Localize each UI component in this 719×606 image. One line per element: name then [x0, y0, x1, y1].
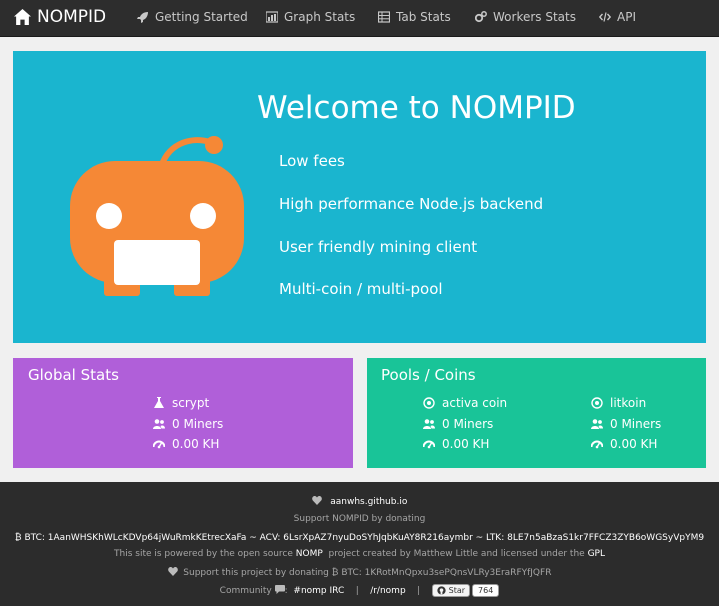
nav-tab-stats[interactable]: Tab Stats	[378, 10, 451, 24]
hero-panel: Welcome to NOMPID Low fees High performa…	[13, 51, 706, 343]
robot-logo	[70, 136, 244, 296]
powered-prefix: This site is powered by the open source	[114, 549, 293, 559]
coin-name-stat[interactable]: activa coin	[423, 396, 507, 410]
coin-miners-stat: 0 Miners	[423, 417, 493, 431]
miners-stat: 0 Miners	[153, 417, 223, 431]
brand-title: NOMPID	[37, 7, 107, 27]
nav-label: API	[617, 10, 636, 24]
target-icon	[423, 397, 435, 409]
users-icon	[153, 419, 165, 429]
gears-icon	[475, 11, 487, 23]
navbar: NOMPID Getting Started Graph Stats Tab S…	[0, 0, 719, 37]
hashrate-value: 0.00 KH	[172, 437, 220, 451]
gpl-link[interactable]: GPL	[588, 549, 605, 559]
dashboard-icon	[153, 440, 165, 449]
footer-site-line: aanwhs.github.io	[0, 496, 719, 507]
miners-value: 0 Miners	[172, 417, 224, 431]
users-icon	[591, 419, 603, 429]
powered-mid: project created by Matthew Little and li…	[328, 549, 585, 559]
target-icon	[591, 397, 603, 409]
github-star-button[interactable]: Star	[431, 584, 471, 597]
rocket-icon	[137, 12, 148, 23]
support-text: Support NOMPID by donating	[293, 514, 426, 524]
pools-title: Pools / Coins	[381, 366, 476, 384]
feature-item: User friendly mining client	[279, 238, 478, 256]
nav-label: Tab Stats	[396, 10, 451, 24]
global-stats-title: Global Stats	[28, 366, 119, 384]
bitcoin-icon: ₿	[14, 533, 22, 543]
feature-item: Low fees	[279, 152, 345, 170]
users-icon	[423, 419, 435, 429]
bar-chart-icon	[266, 11, 278, 23]
nomp-link[interactable]: NOMP	[296, 549, 323, 559]
nav-label: Graph Stats	[284, 10, 356, 24]
feature-item: Multi-coin / multi-pool	[279, 280, 443, 298]
separator: |	[355, 586, 359, 596]
pools-panel: Pools / Coins activa coin 0 Miners 0.00 …	[367, 358, 706, 468]
code-icon	[599, 12, 611, 22]
reddit-link[interactable]: /r/nomp	[370, 586, 405, 596]
community-label: Community	[219, 586, 272, 596]
nav-getting-started[interactable]: Getting Started	[137, 10, 248, 24]
flask-icon	[154, 397, 164, 408]
heart-icon	[311, 496, 322, 505]
coin-miners: 0 Miners	[610, 417, 662, 431]
separator: |	[417, 586, 421, 596]
table-icon	[378, 11, 390, 23]
coin-miners: 0 Miners	[442, 417, 494, 431]
community-line: Community : #nomp IRC | /r/nomp | Star 7…	[0, 584, 719, 597]
nav-graph-stats[interactable]: Graph Stats	[266, 10, 355, 24]
heart-icon	[167, 567, 178, 576]
dashboard-icon	[591, 440, 603, 449]
nav-label: Getting Started	[155, 10, 248, 24]
coin-name-stat[interactable]: litkoin	[591, 396, 646, 410]
btc-project-address: BTC: 1KRotMnQpxu3sePQnsVLRy3EraRFYfJQFR	[341, 568, 552, 578]
coin-name: activa coin	[442, 396, 508, 410]
footer: aanwhs.github.io Support NOMPID by donat…	[0, 482, 719, 606]
support-project-line: Support this project by donating ₿ BTC: …	[0, 567, 719, 578]
coin-name: litkoin	[610, 396, 647, 410]
site-link[interactable]: aanwhs.github.io	[330, 497, 407, 507]
nav-api[interactable]: API	[599, 10, 636, 24]
github-star-count[interactable]: 764	[472, 584, 500, 597]
comment-icon	[274, 585, 285, 594]
donation-line: ₿ BTC: 1AanWHSKhWLcKDVp64jWuRmkKEtrecXaF…	[0, 532, 719, 543]
global-stats-panel: Global Stats scrypt 0 Miners 0.00 KH	[13, 358, 353, 468]
irc-link[interactable]: #nomp IRC	[293, 586, 344, 596]
algorithm-value: scrypt	[172, 396, 210, 410]
github-icon	[436, 586, 446, 595]
support-project-text: Support this project by donating	[183, 568, 329, 578]
algorithm-stat: scrypt	[153, 396, 209, 410]
hashrate-stat: 0.00 KH	[153, 437, 219, 451]
nav-label: Workers Stats	[493, 10, 576, 24]
coin-hashrate-stat: 0.00 KH	[423, 437, 489, 451]
coin-hashrate-stat: 0.00 KH	[591, 437, 657, 451]
bitcoin-icon: ₿	[331, 568, 339, 578]
hero-title: Welcome to NOMPID	[257, 90, 576, 126]
powered-line: This site is powered by the open source …	[0, 549, 719, 559]
coin-hashrate: 0.00 KH	[442, 437, 490, 451]
home-icon	[14, 9, 31, 25]
coin-hashrate: 0.00 KH	[610, 437, 658, 451]
feature-item: High performance Node.js backend	[279, 195, 544, 213]
dashboard-icon	[423, 440, 435, 449]
brand-link[interactable]: NOMPID	[14, 7, 106, 27]
nav-workers-stats[interactable]: Workers Stats	[475, 10, 576, 24]
donation-addresses: BTC: 1AanWHSKhWLcKDVp64jWuRmkKEtrecXaFa …	[24, 533, 705, 543]
github-star-label: Star	[448, 586, 466, 595]
coin-miners-stat: 0 Miners	[591, 417, 661, 431]
